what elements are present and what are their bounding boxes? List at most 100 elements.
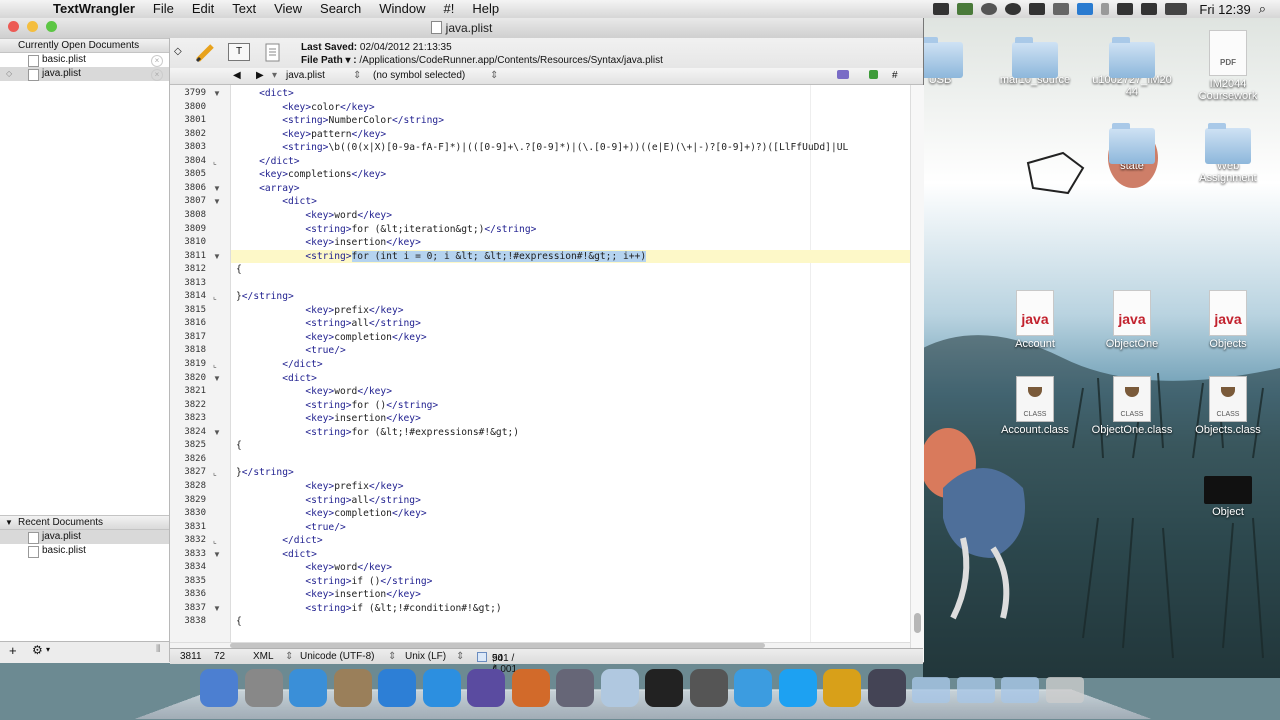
- recent-doc-basic-plist[interactable]: basic.plist: [0, 544, 169, 558]
- selected-text[interactable]: for (int i = 0; i &lt; &lt;!#expression#…: [351, 250, 647, 262]
- recent-doc-java-plist[interactable]: java.plist: [0, 530, 169, 544]
- language-menu[interactable]: XML: [253, 651, 274, 662]
- volume-icon[interactable]: [1141, 3, 1158, 15]
- presentation-dock-icon[interactable]: [511, 669, 550, 707]
- document-info-icon[interactable]: [264, 42, 282, 64]
- instruments-dock-icon[interactable]: [467, 669, 505, 707]
- line-endings-menu[interactable]: Unix (LF): [405, 651, 446, 662]
- title-bar[interactable]: java.plist: [0, 18, 923, 38]
- pencil-icon[interactable]: [194, 42, 216, 64]
- open-doc-basic-plist[interactable]: basic.plist ×: [0, 53, 169, 67]
- close-doc-icon[interactable]: ×: [151, 69, 163, 81]
- recent-documents-header[interactable]: ▼ Recent Documents: [0, 515, 169, 530]
- desktop-icon-web-assignment[interactable]: Web Assignment: [1187, 122, 1269, 184]
- fold-triangle-icon[interactable]: ▼: [213, 89, 221, 98]
- screenshot-dock-icon[interactable]: [556, 669, 594, 707]
- desktop-icon-object[interactable]: Object: [1187, 466, 1269, 518]
- markers-icon[interactable]: [837, 70, 849, 79]
- fold-triangle-icon[interactable]: ▼: [213, 604, 221, 613]
- launchpad-dock-icon[interactable]: [244, 669, 283, 707]
- fold-end-icon[interactable]: ⌞: [213, 360, 217, 369]
- fold-triangle-icon[interactable]: ▼: [213, 550, 221, 559]
- folder-dock-icon[interactable]: [912, 677, 950, 703]
- previous-document-icon[interactable]: ◀: [233, 70, 241, 81]
- symbol-menu[interactable]: (no symbol selected): [373, 70, 465, 81]
- menu-search[interactable]: Search: [311, 0, 370, 18]
- desktop-icon-objectone[interactable]: java ObjectOne: [1091, 290, 1173, 350]
- fold-triangle-icon[interactable]: ▼: [213, 184, 221, 193]
- evernote-icon[interactable]: [957, 3, 974, 15]
- finder-dock-icon[interactable]: [200, 669, 238, 707]
- desktop-icon-objectone-class[interactable]: CLASS ObjectOne.class: [1091, 376, 1173, 436]
- wifi-icon[interactable]: [1117, 3, 1134, 15]
- vertical-scroll-thumb[interactable]: [914, 613, 921, 633]
- safari-dock-icon[interactable]: [289, 669, 327, 707]
- spotlight-icon[interactable]: ⌕: [1259, 1, 1266, 17]
- disclosure-triangle-icon[interactable]: ▼: [5, 516, 13, 529]
- chevron-down-icon[interactable]: ▾: [272, 70, 277, 81]
- desktop-icon-state[interactable]: state: [1091, 122, 1173, 172]
- fold-triangle-icon[interactable]: ▼: [213, 252, 221, 261]
- cloud-icon[interactable]: [1005, 3, 1022, 15]
- text-editor[interactable]: 3799 ▼ 3800 3801 3802 3803 3804 ⌞ 3805 3806 ▼ 3807 ▼…: [170, 85, 910, 642]
- menu-view[interactable]: View: [265, 0, 311, 18]
- counterparts-icon[interactable]: [869, 70, 878, 79]
- menu-help[interactable]: Help: [463, 0, 508, 18]
- p-app-dock-icon[interactable]: [645, 669, 683, 707]
- fold-end-icon[interactable]: ⌞: [213, 536, 217, 545]
- trash-dock-icon[interactable]: [1045, 677, 1084, 703]
- desktop-icon-account-class[interactable]: CLASS Account.class: [994, 376, 1076, 436]
- menu-window[interactable]: Window: [370, 0, 434, 18]
- app-store-dock-icon[interactable]: [422, 669, 461, 707]
- chevron-down-icon[interactable]: ▾: [46, 645, 50, 654]
- next-document-icon[interactable]: ▶: [256, 70, 264, 81]
- itunes-dock-icon[interactable]: [378, 669, 416, 707]
- document-stats-icon[interactable]: [477, 652, 487, 662]
- fold-triangle-icon[interactable]: ▼: [213, 428, 221, 437]
- downloads-dock-icon[interactable]: [956, 677, 995, 703]
- close-doc-icon[interactable]: ×: [151, 55, 163, 67]
- photo-booth-dock-icon[interactable]: [867, 669, 906, 707]
- fold-end-icon[interactable]: ⌞: [213, 468, 217, 477]
- chat-icon[interactable]: [1053, 3, 1070, 15]
- menu-scripts[interactable]: #!: [434, 0, 463, 18]
- paw-icon[interactable]: [1029, 3, 1046, 15]
- desktop-icon-usb[interactable]: USB: [923, 36, 981, 86]
- vertical-scrollbar[interactable]: [910, 85, 924, 662]
- fold-end-icon[interactable]: ⌞: [213, 157, 217, 166]
- fold-end-icon[interactable]: ⌞: [213, 292, 217, 301]
- twitter-bird-icon[interactable]: [1077, 3, 1094, 15]
- fold-triangle-icon[interactable]: ▼: [213, 374, 221, 383]
- resize-handle-icon[interactable]: ⦀: [156, 644, 160, 655]
- gear-icon[interactable]: ⚙: [32, 643, 43, 657]
- desktop-icon-mar10-source[interactable]: mar10_source: [994, 36, 1076, 86]
- fold-triangle-icon[interactable]: ▼: [213, 197, 221, 206]
- menu-app[interactable]: TextWrangler: [44, 0, 144, 18]
- document-menu[interactable]: java.plist: [286, 70, 325, 81]
- battery-icon[interactable]: [1165, 3, 1188, 15]
- menu-edit[interactable]: Edit: [183, 0, 223, 18]
- document-proxy-icon[interactable]: [430, 21, 442, 34]
- clock[interactable]: Fri 12:39: [1199, 2, 1250, 17]
- screen-record-icon[interactable]: [933, 3, 950, 15]
- desktop-icon-account[interactable]: java Account: [994, 290, 1076, 350]
- steam-dock-icon[interactable]: [689, 669, 728, 707]
- menu-text[interactable]: Text: [223, 0, 265, 18]
- twitter-dock-icon[interactable]: [778, 669, 817, 707]
- desktop-icon-im2044-coursework[interactable]: PDF IM2044 Coursework: [1187, 30, 1269, 102]
- documents-dock-icon[interactable]: [1001, 677, 1039, 703]
- desktop-icon-objects-class[interactable]: CLASS Objects.class: [1187, 376, 1269, 436]
- menu-file[interactable]: File: [144, 0, 183, 18]
- diamond-icon[interactable]: ◇: [174, 46, 182, 57]
- add-document-button[interactable]: +: [9, 643, 17, 658]
- flow-dock-icon[interactable]: [823, 669, 861, 707]
- encoding-menu[interactable]: Unicode (UTF-8): [300, 651, 374, 662]
- preview-dock-icon[interactable]: [333, 669, 372, 707]
- function-menu-icon[interactable]: #: [892, 70, 898, 81]
- preview-doc-dock-icon[interactable]: [600, 669, 639, 707]
- file-path-menu[interactable]: File Path ▾ :: [301, 55, 357, 66]
- dropbox-icon[interactable]: [981, 3, 998, 15]
- desktop-icon-u1002727[interactable]: u1002727_IM2044: [1091, 36, 1173, 98]
- text-options-icon[interactable]: T: [228, 43, 250, 61]
- open-doc-java-plist[interactable]: ◇ java.plist ×: [0, 67, 169, 81]
